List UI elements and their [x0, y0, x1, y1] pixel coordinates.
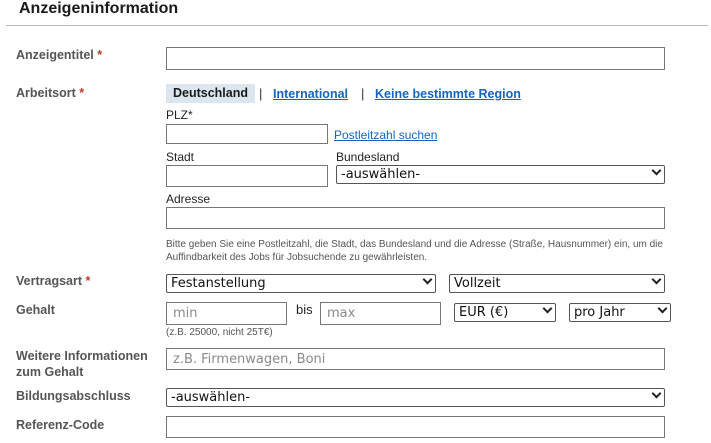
gehalt-hint: (z.B. 25000, nicht 25T€) — [166, 327, 273, 338]
adresse-label: Adresse — [166, 192, 211, 206]
vertragsart-select[interactable]: Festanstellung — [166, 274, 436, 293]
bildungsabschluss-label: Bildungsabschluss — [16, 389, 131, 403]
weitere-info-label-line2: zum Gehalt — [16, 365, 84, 379]
arbeitsort-hint: Bitte geben Sie eine Postleitzahl, die S… — [166, 239, 663, 263]
chevron-down-icon — [542, 303, 553, 314]
required-marker: * — [97, 48, 103, 62]
plz-input[interactable] — [166, 124, 328, 144]
gehalt-max-input[interactable]: max — [320, 302, 441, 325]
currency-select[interactable]: EUR (€) — [454, 303, 556, 322]
bildungsabschluss-select[interactable]: -auswählen- — [166, 388, 665, 407]
chevron-down-icon — [651, 274, 662, 285]
arbeitsort-label-text: Arbeitsort — [16, 86, 76, 100]
chevron-down-icon — [422, 274, 433, 285]
bis-label: bis — [296, 302, 313, 317]
anzeigentitel-input[interactable] — [166, 47, 665, 70]
weitere-info-label: Weitere Informationen zum Gehalt — [16, 348, 148, 380]
tab-deutschland[interactable]: Deutschland — [166, 84, 255, 103]
bildungsabschluss-value: -auswählen- — [171, 390, 251, 405]
gehalt-min-input[interactable]: min — [166, 302, 287, 325]
tab-keine-region[interactable]: Keine bestimmte Region — [375, 87, 521, 101]
required-marker: * — [79, 86, 85, 100]
bundesland-select[interactable]: -auswählen- — [336, 165, 665, 184]
chevron-down-icon — [657, 303, 668, 314]
tab-separator: | — [259, 86, 263, 101]
period-select[interactable]: pro Jahr — [569, 303, 671, 322]
vertragsart-label: Vertragsart * — [16, 273, 90, 289]
anzeigentitel-label: Anzeigentitel * — [16, 47, 102, 63]
weitere-info-input[interactable]: z.B. Firmenwagen, Boni — [166, 348, 665, 370]
plz-label: PLZ* — [166, 108, 193, 122]
gehalt-max-placeholder: max — [327, 306, 356, 321]
bundesland-value: -auswählen- — [341, 167, 421, 182]
referenz-code-input[interactable] — [166, 416, 665, 438]
bundesland-label: Bundesland — [336, 150, 400, 164]
weitere-info-placeholder: z.B. Firmenwagen, Boni — [173, 352, 326, 367]
gehalt-label: Gehalt — [16, 303, 55, 317]
tab-international[interactable]: International — [273, 87, 348, 101]
arbeitszeit-value: Vollzeit — [454, 276, 501, 291]
section-title: Anzeigeninformation — [19, 0, 179, 17]
chevron-down-icon — [651, 165, 662, 176]
period-value: pro Jahr — [574, 305, 625, 320]
chevron-down-icon — [651, 388, 662, 399]
section-divider — [6, 25, 708, 26]
stadt-input[interactable] — [166, 165, 328, 187]
adresse-input[interactable] — [166, 207, 665, 229]
tab-separator: | — [361, 86, 365, 101]
vertragsart-value: Festanstellung — [171, 276, 266, 291]
postleitzahl-suchen-link[interactable]: Postleitzahl suchen — [334, 128, 437, 142]
required-marker: * — [85, 274, 91, 288]
referenz-code-label: Referenz-Code — [16, 418, 105, 432]
vertragsart-label-text: Vertragsart — [16, 274, 83, 288]
stadt-label: Stadt — [166, 150, 195, 164]
weitere-info-label-line1: Weitere Informationen — [16, 349, 148, 363]
arbeitszeit-select[interactable]: Vollzeit — [449, 274, 665, 293]
arbeitsort-label: Arbeitsort * — [16, 85, 84, 101]
gehalt-min-placeholder: min — [173, 306, 198, 321]
currency-value: EUR (€) — [459, 305, 509, 320]
anzeigentitel-label-text: Anzeigentitel — [16, 48, 94, 62]
